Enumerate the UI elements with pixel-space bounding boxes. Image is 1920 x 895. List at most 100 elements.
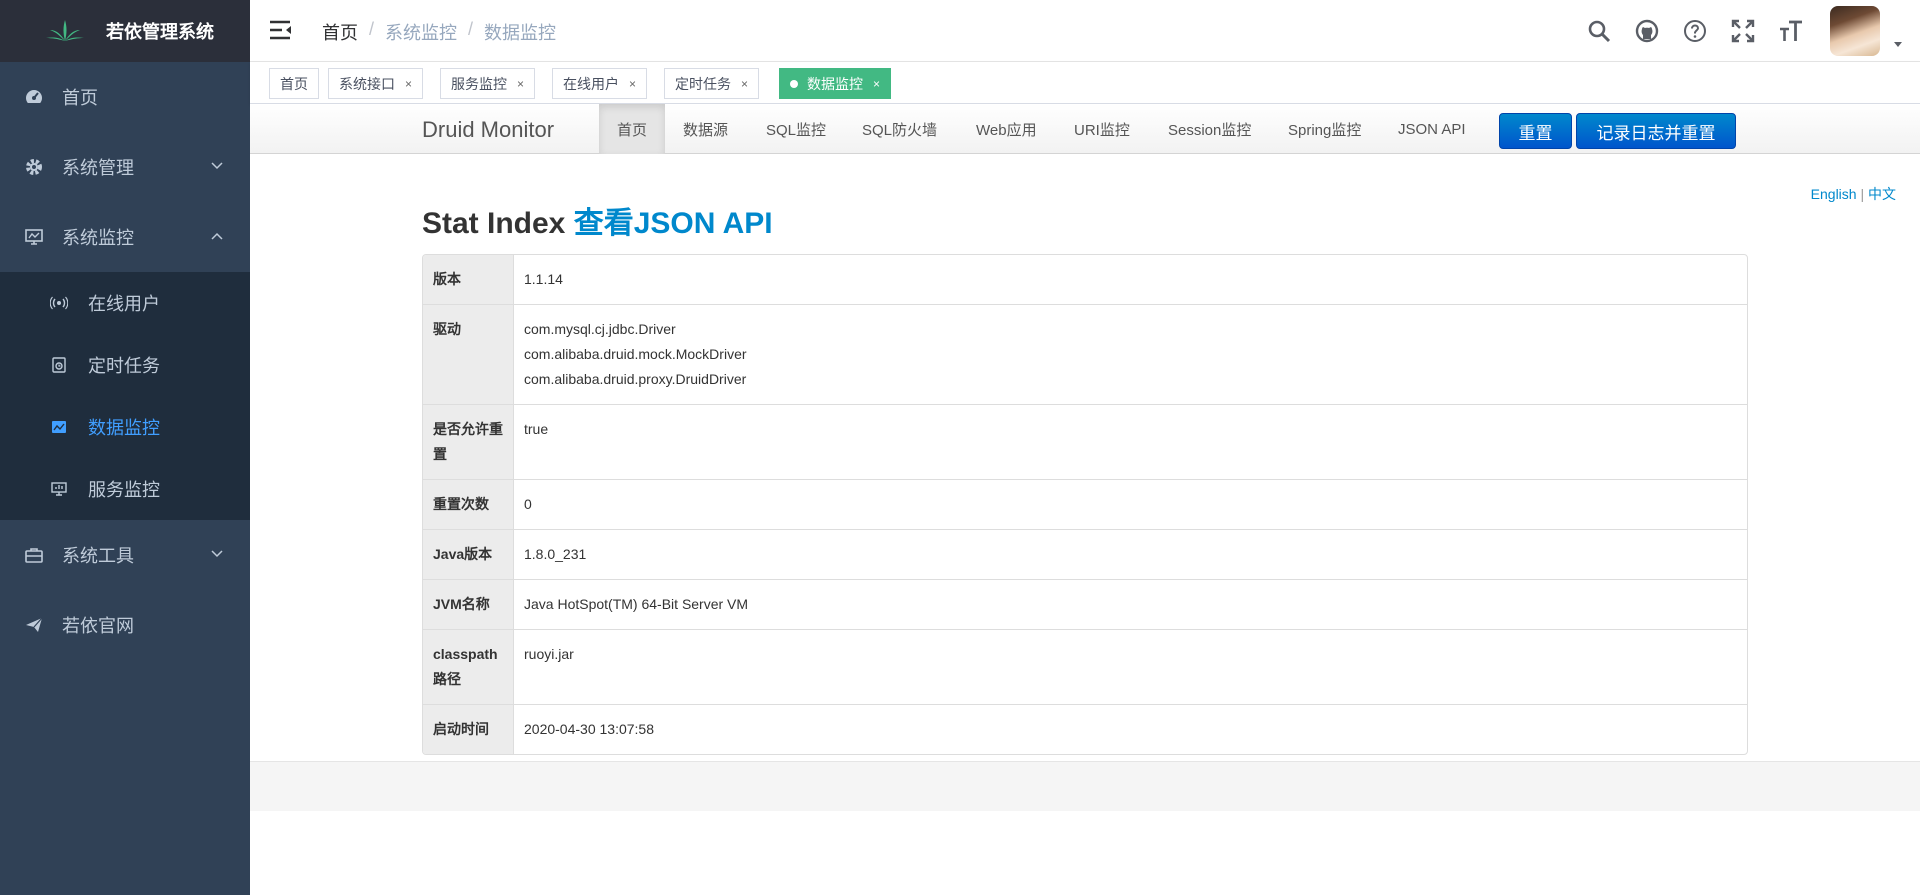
sidebar: 若依管理系统 首页 系统管理 系统监控 在线用户 定时任务 数据监控 服务监控 … [0, 0, 250, 895]
sidebar-item-home[interactable]: 首页 [0, 62, 250, 132]
gear-icon [24, 157, 44, 177]
chevron-down-icon [210, 547, 224, 561]
sidebar-item-label: 系统管理 [62, 158, 134, 178]
active-dot-icon [790, 79, 798, 88]
navbar-right-menu [1586, 0, 1920, 62]
sidebar-item-label: 在线用户 [88, 294, 160, 314]
sidebar-item-label: 首页 [62, 88, 98, 108]
table-row: classpath路径 ruoyi.jar [423, 629, 1747, 704]
sidebar-item-server[interactable]: 服务监控 [0, 458, 250, 520]
stat-key: 版本 [423, 255, 514, 304]
tag-druid[interactable]: 数据监控 × [779, 68, 892, 99]
close-icon[interactable]: × [741, 77, 748, 91]
reset-button[interactable]: 重置 [1499, 113, 1572, 149]
druid-nav-sql[interactable]: SQL监控 [748, 104, 844, 154]
sidebar-item-system[interactable]: 系统管理 [0, 132, 250, 202]
stat-key: JVM名称 [423, 579, 514, 629]
avatar[interactable] [1830, 6, 1880, 56]
stat-value: 1.1.14 [524, 271, 563, 287]
stat-value: 1.8.0_231 [514, 529, 1747, 579]
page-title: Stat Index 查看JSON API [422, 198, 773, 242]
tag-label: 系统接口 [339, 75, 395, 92]
table-row: 是否允许重置 true [423, 404, 1747, 479]
table-row: JVM名称 Java HotSpot(TM) 64-Bit Server VM [423, 579, 1747, 629]
stat-key: 驱动 [423, 304, 514, 404]
druid-nav-jsonapi[interactable]: JSON API [1380, 104, 1484, 154]
druid-brand[interactable]: Druid Monitor [422, 117, 554, 143]
stat-value: 2020-04-30 13:07:58 [514, 704, 1747, 754]
hamburger-icon[interactable] [270, 20, 292, 40]
tag-job[interactable]: 定时任务 × [664, 68, 760, 99]
close-icon[interactable]: × [873, 77, 880, 91]
sidebar-item-online-users[interactable]: 在线用户 [0, 272, 250, 334]
search-icon[interactable] [1586, 18, 1612, 44]
tags-view: 首页 系统接口 × 服务监控 × 在线用户 × 定时任务 × 数据监控 × [250, 62, 1920, 104]
caret-down-icon[interactable] [1892, 38, 1904, 50]
breadcrumb-item-home[interactable]: 首页 [322, 19, 358, 45]
sidebar-item-druid[interactable]: 数据监控 [0, 396, 250, 458]
druid-nav-wall[interactable]: SQL防火墙 [844, 104, 955, 154]
breadcrumb: 首页 / 系统监控 / 数据监控 [322, 19, 556, 45]
tag-server[interactable]: 服务监控 × [440, 68, 536, 99]
druid-nav-session[interactable]: Session监控 [1150, 104, 1269, 154]
sidebar-item-website[interactable]: 若依官网 [0, 590, 250, 660]
lang-separator: | [1860, 186, 1865, 202]
job-icon [50, 356, 68, 374]
tag-home[interactable]: 首页 [269, 68, 319, 99]
github-icon[interactable] [1634, 18, 1660, 44]
fullscreen-icon[interactable] [1730, 18, 1756, 44]
sidebar-item-label: 服务监控 [88, 480, 160, 500]
breadcrumb-separator: / [468, 19, 474, 39]
log-and-reset-button[interactable]: 记录日志并重置 [1576, 113, 1736, 149]
close-icon[interactable]: × [517, 77, 524, 91]
sidebar-item-label: 数据监控 [88, 418, 160, 438]
ruoyi-logo-icon [46, 19, 84, 43]
logo-bar: 若依管理系统 [0, 0, 250, 62]
lang-english-link[interactable]: English [1811, 186, 1857, 202]
tag-swagger[interactable]: 系统接口 × [328, 68, 424, 99]
druid-footer [250, 761, 1920, 811]
stat-value: true [514, 404, 1747, 479]
navbar: 首页 / 系统监控 / 数据监控 [250, 0, 1920, 62]
chevron-down-icon [210, 159, 224, 173]
druid-icon [50, 418, 68, 436]
json-api-link[interactable]: 查看JSON API [574, 207, 773, 240]
breadcrumb-item-monitor: 系统监控 [385, 23, 458, 43]
stat-index-title: Stat Index [422, 207, 566, 240]
sidebar-item-monitor[interactable]: 系统监控 [0, 202, 250, 272]
stat-key: classpath路径 [423, 629, 514, 704]
druid-nav-spring[interactable]: Spring监控 [1270, 104, 1379, 154]
table-row: Java版本 1.8.0_231 [423, 529, 1747, 579]
app-title: 若依管理系统 [106, 22, 214, 42]
tag-online[interactable]: 在线用户 × [552, 68, 648, 99]
table-row: 版本 1.1.14 [423, 255, 1747, 304]
stat-key: 是否允许重置 [423, 404, 514, 479]
druid-nav-webapp[interactable]: Web应用 [958, 104, 1055, 154]
tag-label: 在线用户 [563, 75, 619, 92]
monitor-icon [24, 227, 44, 247]
close-icon[interactable]: × [405, 77, 412, 91]
stat-key: Java版本 [423, 529, 514, 579]
chevron-up-icon [210, 229, 224, 243]
monitor-submenu: 在线用户 定时任务 数据监控 服务监控 [0, 272, 250, 520]
stat-table: 版本 1.1.14 驱动 com.mysql.cj.jdbc.Driver co… [422, 254, 1748, 755]
stat-key: 重置次数 [423, 479, 514, 529]
tag-label: 服务监控 [451, 75, 507, 92]
breadcrumb-item-druid: 数据监控 [484, 23, 557, 43]
druid-nav-home[interactable]: 首页 [599, 104, 666, 154]
question-icon[interactable] [1682, 18, 1708, 44]
tag-label: 数据监控 [807, 75, 863, 92]
sidebar-item-tools[interactable]: 系统工具 [0, 520, 250, 590]
stat-value: Java HotSpot(TM) 64-Bit Server VM [514, 579, 1747, 629]
server-icon [50, 480, 68, 498]
sidebar-item-job[interactable]: 定时任务 [0, 334, 250, 396]
druid-nav-datasource[interactable]: 数据源 [665, 104, 746, 154]
stat-value: 0 [514, 479, 1747, 529]
breadcrumb-separator: / [369, 19, 375, 39]
close-icon[interactable]: × [629, 77, 636, 91]
tag-label: 首页 [280, 75, 308, 92]
font-size-icon[interactable] [1778, 18, 1804, 44]
language-switch: English | 中文 [1811, 184, 1896, 204]
lang-chinese-link[interactable]: 中文 [1868, 186, 1896, 202]
druid-nav-uri[interactable]: URI监控 [1056, 104, 1148, 154]
